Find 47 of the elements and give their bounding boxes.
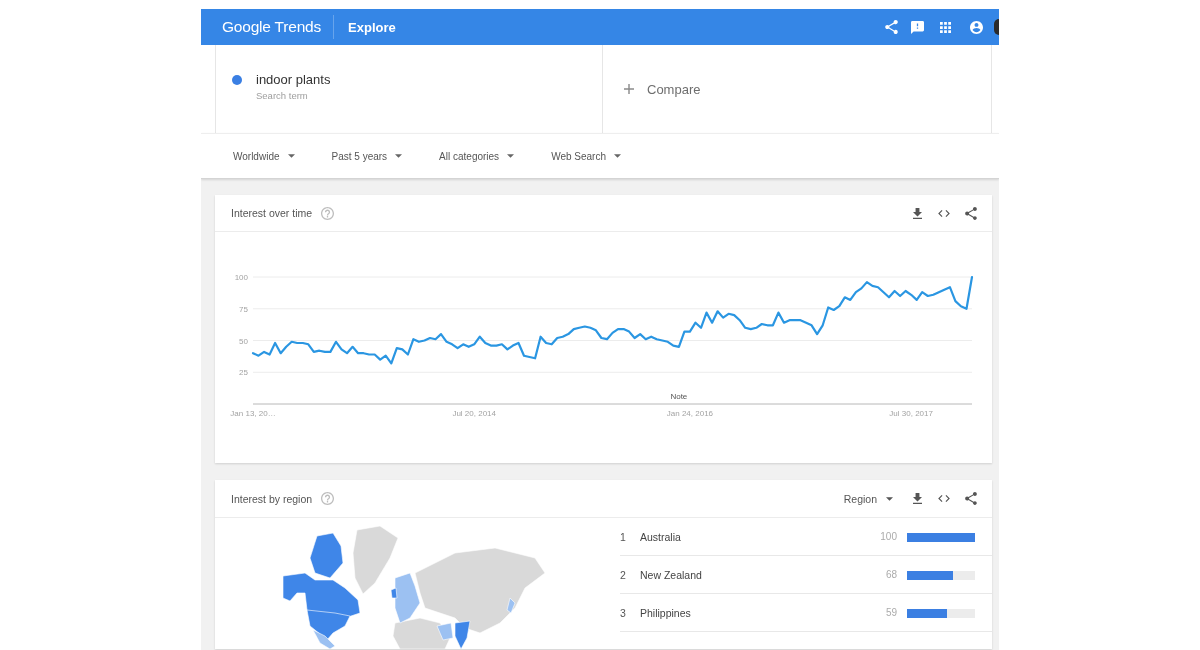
caret-icon bbox=[886, 496, 893, 501]
embed-icon[interactable] bbox=[938, 209, 950, 217]
caret-icon bbox=[507, 154, 515, 158]
region-dropdown[interactable]: Region bbox=[841, 489, 895, 508]
annotation-label[interactable]: Note bbox=[670, 392, 688, 401]
embed-icon[interactable] bbox=[938, 495, 950, 502]
page-title: Explore bbox=[348, 19, 396, 35]
axis-label: Jan 24, 2016 bbox=[666, 409, 714, 418]
axis-label: 25 bbox=[239, 368, 248, 378]
caret-icon bbox=[613, 154, 621, 158]
rank-number: 1 bbox=[620, 530, 627, 543]
feedback-icon[interactable] bbox=[911, 20, 924, 34]
region-name[interactable]: Australia bbox=[640, 530, 881, 543]
filter-dropdown[interactable]: All categories bbox=[436, 147, 518, 165]
share-icon[interactable] bbox=[965, 492, 977, 505]
region-value: 59 bbox=[885, 607, 897, 618]
filter-dropdown[interactable]: Worldwide bbox=[230, 147, 298, 165]
app-logo[interactable]: Google Trends bbox=[222, 18, 322, 36]
axis-label: 100 bbox=[234, 273, 248, 282]
download-icon[interactable] bbox=[913, 493, 922, 504]
avatar-icon[interactable] bbox=[994, 19, 999, 35]
region-name[interactable]: Philippines bbox=[640, 606, 886, 619]
apps-grid-icon[interactable] bbox=[940, 21, 951, 33]
axis-label: Jul 20, 2014 bbox=[452, 409, 497, 418]
search-term[interactable]: indoor plants bbox=[256, 71, 331, 88]
axis-label: 50 bbox=[239, 336, 248, 346]
caret-icon bbox=[395, 154, 403, 158]
share-icon[interactable] bbox=[965, 206, 977, 220]
account-icon[interactable] bbox=[970, 20, 983, 34]
axis-label: 75 bbox=[239, 304, 248, 314]
download-icon[interactable] bbox=[913, 207, 922, 219]
card-title: Interest by region bbox=[231, 492, 313, 505]
rank-number: 2 bbox=[620, 568, 627, 581]
rank-number: 3 bbox=[620, 606, 627, 619]
filter-dropdown[interactable]: Web Search bbox=[548, 147, 624, 165]
plus-icon bbox=[624, 84, 634, 94]
filter-dropdown[interactable]: Past 5 years bbox=[328, 147, 406, 165]
region-value: 68 bbox=[885, 569, 897, 580]
region-value: 100 bbox=[880, 531, 897, 542]
axis-label: Jul 30, 2017 bbox=[889, 409, 933, 418]
compare-button[interactable]: Compare bbox=[622, 79, 703, 99]
share-icon[interactable] bbox=[885, 20, 898, 34]
caret-icon bbox=[287, 154, 295, 158]
term-subtitle: Search term bbox=[256, 88, 309, 103]
axis-label: Jan 13, 20… bbox=[230, 409, 276, 418]
region-name[interactable]: New Zealand bbox=[640, 568, 886, 581]
card-title: Interest over time bbox=[231, 207, 313, 219]
